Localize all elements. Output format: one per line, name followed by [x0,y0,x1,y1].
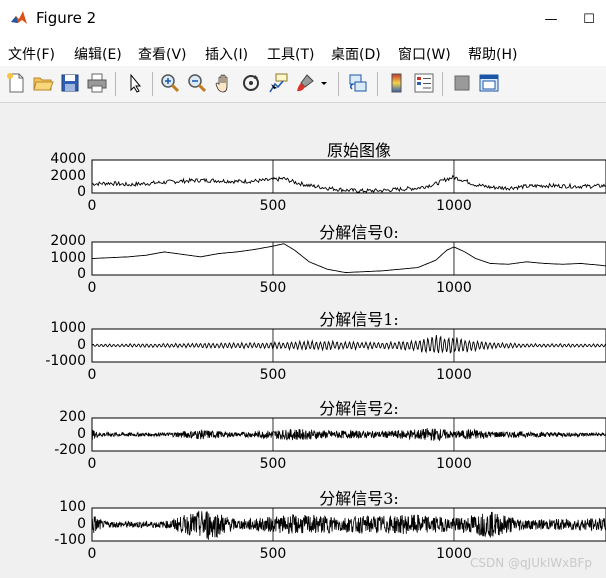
x-tick-label: 1000 [436,456,472,472]
x-tick-label: 500 [259,546,287,562]
y-tick-label: 200 [59,409,86,425]
window-titlebar[interactable]: Figure 2 — ☐ [0,0,606,38]
menu-file[interactable]: 文件(F) [8,44,55,64]
axes-box[interactable] [91,159,606,194]
x-tick-label: 500 [259,198,287,214]
x-tick-label: 0 [87,367,97,383]
menu-window[interactable]: 窗口(W) [398,44,451,64]
x-tick-label: 500 [259,280,287,296]
y-tick-label: 1000 [50,320,86,336]
new-figure-icon[interactable] [5,72,27,94]
matlab-logo-icon [10,9,28,27]
print-icon[interactable] [86,72,108,94]
menu-desktop[interactable]: 桌面(D) [331,44,381,64]
zoom-out-icon[interactable] [186,72,208,94]
toolbar-separator [338,72,339,96]
y-tick-label: 2000 [50,167,86,184]
y-tick-label: 100 [59,499,86,515]
watermark: CSDN @qJUklWxBFp [470,556,592,570]
x-tick-label: 500 [259,367,287,383]
x-tick-label: 0 [87,456,97,472]
x-tick-label: 0 [87,280,97,296]
x-tick-label: 0 [87,198,97,214]
toolbar-separator [442,72,443,96]
open-file-icon[interactable] [32,72,54,94]
menu-tools[interactable]: 工具(T) [267,44,314,64]
x-tick-label: 500 [259,456,287,472]
x-tick-label: 0 [87,546,97,562]
x-tick-label: 1000 [436,546,472,562]
y-tick-label: -1000 [45,353,86,369]
pan-icon[interactable] [213,72,235,94]
y-tick-label: -200 [54,442,86,458]
y-tick-label: -100 [54,532,86,548]
legend-icon[interactable] [413,72,435,94]
show-plot-tools-icon[interactable] [478,72,500,94]
save-icon[interactable] [59,72,81,94]
rotate-3d-icon[interactable] [240,72,262,94]
toolbar-separator [115,72,116,96]
menu-help[interactable]: 帮助(H) [468,44,517,64]
y-tick-label: 0 [77,184,86,200]
axes-title: 原始图像 [326,141,392,160]
axes-title: 分解信号2: [319,399,399,418]
axes-title: 分解信号0: [319,223,399,242]
subplots [91,159,606,542]
toolbar-separator [377,72,378,96]
axes-box[interactable] [91,328,606,363]
x-tick-label: 1000 [436,367,472,383]
window-title: Figure 2 [36,9,97,27]
brush-icon[interactable] [294,72,316,94]
figure-canvas: 原始图像 4000 2000 0 0 500 1000 分解信号0: 2000 1000 0 0 500… [0,103,606,578]
hide-plot-tools-icon[interactable] [451,72,473,94]
menu-bar: 文件(F) 编辑(E) 查看(V) 插入(I) 工具(T) 桌面(D) 窗口(W… [0,38,606,66]
axes-title: 分解信号3: [319,489,399,508]
minimize-button[interactable]: — [536,6,566,32]
data-cursor-icon[interactable] [267,72,289,94]
toolbar-separator [152,72,153,96]
y-tick-label: 0 [77,515,86,532]
y-tick-label: 1000 [50,249,86,266]
y-tick-label: 2000 [50,233,86,249]
colorbar-icon[interactable] [386,72,408,94]
y-tick-label: 4000 [50,151,86,167]
link-plot-icon[interactable] [347,72,369,94]
figure-toolbar [0,66,606,103]
menu-insert[interactable]: 插入(I) [205,44,248,64]
maximize-icon: ☐ [583,11,595,27]
brush-dropdown-icon[interactable] [318,72,330,94]
y-tick-label: 0 [77,425,86,442]
axes-title: 分解信号1: [319,310,399,329]
axes-box[interactable] [91,241,606,276]
y-tick-label: 0 [77,336,86,353]
y-tick-label: 0 [77,266,86,282]
minimize-icon: — [544,11,558,27]
menu-view[interactable]: 查看(V) [138,44,187,64]
x-tick-label: 1000 [436,198,472,214]
maximize-button[interactable]: ☐ [574,6,604,32]
zoom-in-icon[interactable] [159,72,181,94]
pointer-icon[interactable] [124,72,146,94]
x-tick-label: 1000 [436,280,472,296]
menu-edit[interactable]: 编辑(E) [74,44,122,64]
